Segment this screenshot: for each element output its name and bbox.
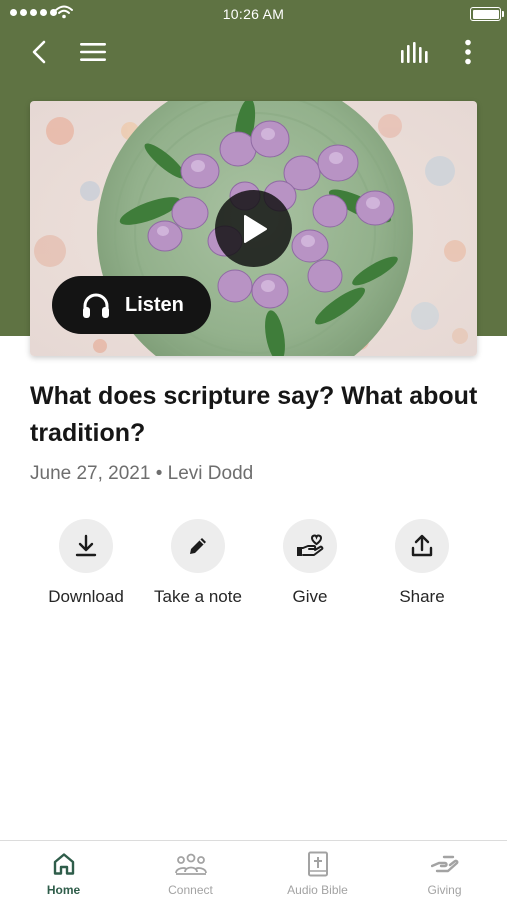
play-button[interactable] — [215, 190, 292, 267]
tab-connect-label: Connect — [168, 883, 213, 897]
back-button[interactable] — [24, 37, 54, 67]
tab-home[interactable]: Home — [0, 841, 127, 900]
tab-audio-bible[interactable]: Audio Bible — [254, 841, 381, 900]
take-note-button[interactable]: Take a note — [138, 519, 258, 607]
battery-icon — [470, 7, 501, 21]
take-note-label: Take a note — [154, 587, 242, 606]
listen-button[interactable]: Listen — [52, 276, 211, 334]
tab-giving[interactable]: Giving — [381, 841, 507, 900]
download-icon-circle — [59, 519, 113, 573]
tab-bar: Home Connect Audio Bible Giving — [0, 840, 507, 900]
more-options-button[interactable] — [456, 37, 480, 67]
more-vertical-icon — [465, 39, 471, 65]
sermon-meta: June 27, 2021 • Levi Dodd — [30, 463, 254, 484]
listen-label: Listen — [125, 293, 184, 316]
status-time: 10:26 AM — [222, 6, 285, 22]
giving-hand-icon — [430, 855, 458, 873]
give-button[interactable]: Give — [250, 519, 370, 607]
audio-button[interactable] — [398, 38, 432, 68]
headphones-icon — [83, 293, 109, 318]
hamburger-menu-icon — [80, 43, 106, 61]
bible-icon — [307, 851, 328, 877]
audio-bars-icon — [401, 42, 428, 63]
battery-nub — [502, 11, 504, 17]
download-button[interactable]: Download — [26, 519, 146, 607]
download-label: Download — [48, 587, 124, 606]
give-icon-circle — [283, 519, 337, 573]
download-icon — [75, 534, 97, 557]
pencil-icon — [190, 538, 206, 554]
tab-audio-bible-label: Audio Bible — [287, 883, 348, 897]
home-icon — [53, 853, 74, 875]
share-label: Share — [399, 587, 445, 606]
pencil-icon-circle — [171, 519, 225, 573]
sermon-title: What does scripture say? What about trad… — [30, 382, 478, 447]
chevron-left-icon — [32, 40, 46, 64]
people-icon — [174, 853, 207, 875]
tab-home-label: Home — [46, 883, 81, 897]
play-icon — [243, 214, 267, 243]
give-hand-heart-icon — [297, 534, 324, 556]
share-icon-circle — [395, 519, 449, 573]
give-label: Give — [292, 587, 328, 606]
status-bar: 10:26 AM — [0, 0, 507, 28]
menu-button[interactable] — [77, 37, 109, 67]
share-button[interactable]: Share — [362, 519, 482, 607]
share-icon — [411, 534, 433, 557]
tab-giving-label: Giving — [427, 883, 462, 897]
tab-connect[interactable]: Connect — [127, 841, 254, 900]
